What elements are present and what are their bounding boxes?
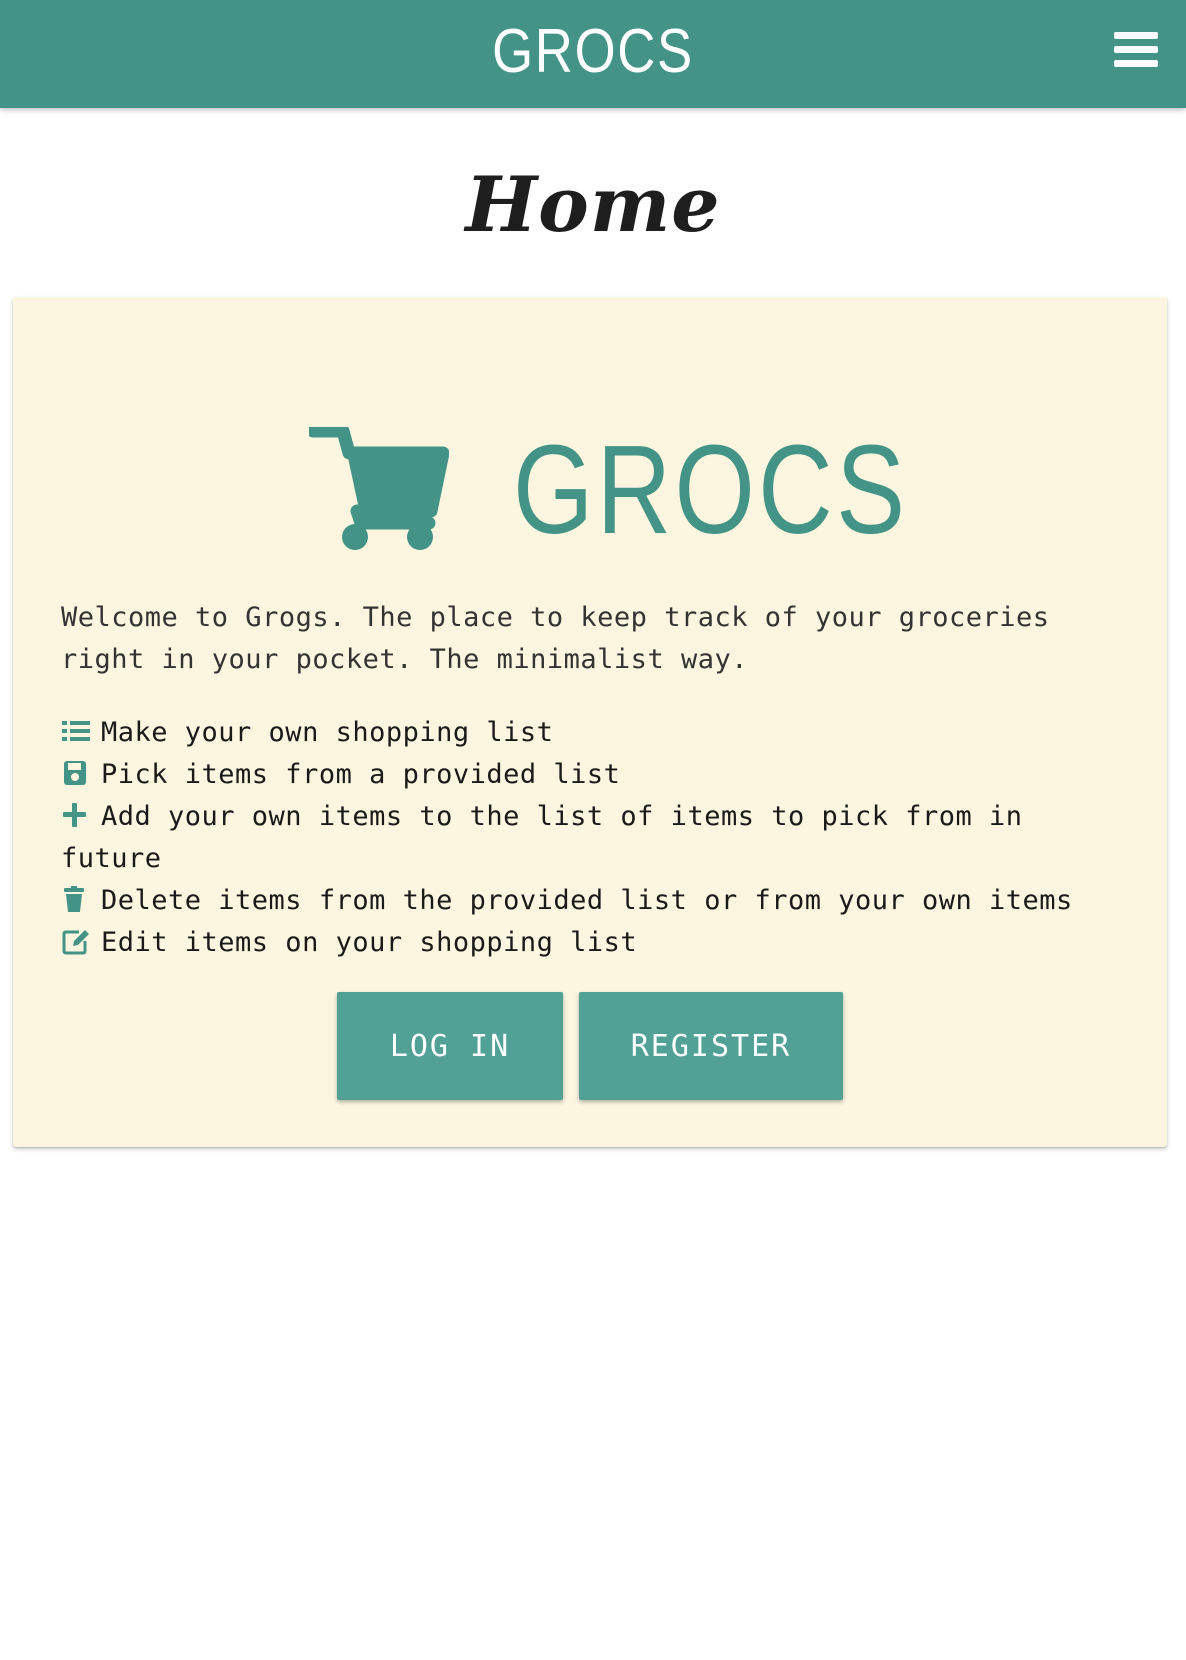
list-item: Delete items from the provided list or f… [61,880,1131,922]
shopping-cart-icon [306,424,450,552]
list-item: Make your own shopping list [61,712,1131,754]
welcome-card: GROCS Welcome to Grogs. The place to kee… [13,297,1167,1147]
feature-text: Delete items from the provided list or f… [101,885,1073,916]
trash-icon [61,885,91,913]
navbar-brand[interactable]: GROCS [89,16,1097,87]
list-icon [61,717,91,745]
feature-text: Make your own shopping list [101,717,554,748]
hero: GROCS [13,417,1167,560]
feature-list: Make your own shopping list Pick items f… [61,712,1131,964]
register-button[interactable]: REGISTER [579,992,843,1100]
feature-text: Add your own items to the list of items … [61,801,1023,874]
intro-text: Welcome to Grogs. The place to keep trac… [61,602,1050,675]
hamburger-menu-icon[interactable] [1114,32,1158,72]
page-title: Home [465,160,721,249]
plus-icon [61,801,91,829]
login-button[interactable]: LOG IN [337,992,563,1100]
feature-text: Pick items from a provided list [101,759,621,790]
save-icon [61,759,91,787]
edit-icon [61,927,91,955]
feature-text: Edit items on your shopping list [101,927,638,958]
list-item: Edit items on your shopping list [61,922,1131,964]
top-navbar: GROCS [0,0,1186,108]
list-item: Add your own items to the list of items … [61,796,1131,880]
list-item: Pick items from a provided list [61,754,1131,796]
hero-title: GROCS [513,419,909,560]
